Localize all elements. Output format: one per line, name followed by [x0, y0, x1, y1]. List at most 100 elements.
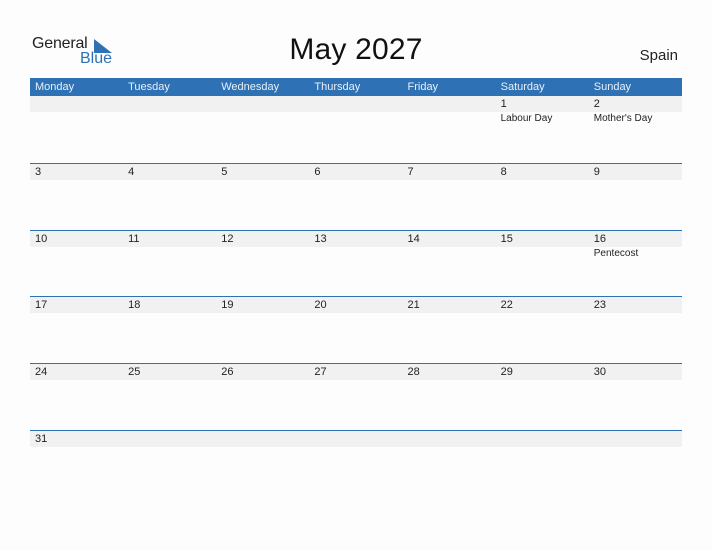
- day-cell: 20: [309, 297, 402, 363]
- day-number: 22: [500, 299, 513, 312]
- day-number: 3: [35, 165, 42, 178]
- day-number: 16: [593, 232, 606, 245]
- day-cell: 22: [496, 297, 589, 363]
- weekday-saturday: Saturday: [500, 81, 545, 93]
- empty-day-cell: [216, 96, 309, 163]
- day-cell: 15: [496, 231, 589, 297]
- day-number: 31: [35, 432, 48, 445]
- day-cell: 14: [403, 231, 496, 297]
- weekday-sunday: Sunday: [593, 81, 632, 93]
- empty-day-cell: [589, 431, 682, 497]
- day-number: 2: [593, 98, 600, 110]
- day-cell: 3: [30, 164, 123, 230]
- day-cell: 5: [216, 164, 309, 230]
- week-row: 1 Labour Day 2 Mother's Day: [30, 96, 682, 163]
- day-cell: 24: [30, 364, 123, 430]
- day-cell: 23: [589, 297, 682, 363]
- day-number: 4: [128, 165, 135, 178]
- day-number: [128, 431, 216, 447]
- empty-day-cell: [496, 431, 589, 497]
- day-cell: 9: [589, 164, 682, 230]
- day-number: 10: [35, 232, 48, 245]
- day-cell: 19: [216, 297, 309, 363]
- day-number: [221, 431, 309, 447]
- empty-day-cell: [123, 96, 216, 163]
- day-number: [221, 96, 309, 112]
- day-cell: 11: [123, 231, 216, 297]
- country-label: Spain: [639, 47, 678, 64]
- day-number: 11: [128, 232, 140, 245]
- empty-day-cell: [309, 96, 402, 163]
- day-number: 15: [500, 232, 513, 245]
- day-cell: 4: [123, 164, 216, 230]
- day-number: 20: [314, 299, 327, 312]
- day-number: 25: [128, 366, 141, 379]
- day-number: 30: [593, 366, 606, 379]
- day-number: [408, 431, 496, 447]
- weekday-header: Monday Tuesday Wednesday Thursday Friday…: [30, 78, 682, 96]
- week-row: 24 25 26 27 28 29 30: [30, 363, 682, 430]
- day-number: 5: [221, 165, 228, 178]
- day-number: [594, 431, 682, 447]
- day-cell: 2 Mother's Day: [589, 96, 682, 163]
- day-cell: 30: [589, 364, 682, 430]
- day-cell: 1 Labour Day: [496, 96, 589, 163]
- day-number: 6: [314, 165, 321, 178]
- day-number: [35, 96, 123, 112]
- day-number: [314, 96, 402, 112]
- day-cell: 7: [403, 164, 496, 230]
- day-cell: 28: [403, 364, 496, 430]
- day-number: 7: [407, 165, 414, 178]
- day-number: 1: [500, 98, 507, 110]
- day-cell: 13: [309, 231, 402, 297]
- day-number: 21: [407, 299, 420, 312]
- day-number: 27: [314, 366, 327, 379]
- day-number: 29: [500, 366, 513, 379]
- day-cell: 29: [496, 364, 589, 430]
- empty-day-cell: [403, 96, 496, 163]
- empty-day-cell: [30, 96, 123, 163]
- day-number: 12: [221, 232, 234, 245]
- week-row: 17 18 19 20 21 22 23: [30, 296, 682, 363]
- day-cell: 10: [30, 231, 123, 297]
- week-row: 10 11 12 13 14 15 16 Pentecost: [30, 229, 682, 297]
- day-number: 24: [35, 366, 48, 379]
- day-cell: 27: [309, 364, 402, 430]
- empty-day-cell: [123, 431, 216, 497]
- day-cell: 18: [123, 297, 216, 363]
- day-number: [408, 96, 496, 112]
- day-number: 9: [593, 165, 600, 178]
- day-cell: 17: [30, 297, 123, 363]
- weekday-friday: Friday: [407, 81, 439, 93]
- empty-day-cell: [309, 431, 402, 497]
- day-number: 13: [314, 232, 327, 245]
- day-number: [128, 96, 216, 112]
- day-number: 28: [407, 366, 420, 379]
- day-number: 23: [593, 299, 606, 312]
- day-number: [314, 431, 402, 447]
- weeks-container: 1 Labour Day 2 Mother's Day 3 4 5 6 7 8 9 10 11 12 13 1…: [30, 96, 682, 497]
- day-number: [501, 431, 589, 447]
- holiday-label: Labour Day: [500, 113, 553, 124]
- day-number: 19: [221, 299, 234, 312]
- week-row: 3 4 5 6 7 8 9: [30, 162, 682, 230]
- weekday-monday: Monday: [35, 81, 75, 93]
- day-cell: 25: [123, 364, 216, 430]
- day-cell: 16 Pentecost: [589, 231, 682, 297]
- day-cell: 21: [403, 297, 496, 363]
- day-cell: 12: [216, 231, 309, 297]
- day-number: 18: [128, 299, 141, 312]
- day-number: 14: [407, 232, 420, 245]
- day-number: 26: [221, 366, 234, 379]
- day-cell: 26: [216, 364, 309, 430]
- day-cell: 6: [309, 164, 402, 230]
- day-cell: 31: [30, 431, 123, 497]
- weekday-thursday: Thursday: [314, 81, 361, 93]
- holiday-label: Mother's Day: [593, 113, 653, 124]
- empty-day-cell: [403, 431, 496, 497]
- empty-day-cell: [216, 431, 309, 497]
- weekday-tuesday: Tuesday: [128, 81, 170, 93]
- calendar-title: May 2027: [289, 33, 423, 66]
- day-cell: 8: [496, 164, 589, 230]
- week-row: 31: [30, 429, 682, 497]
